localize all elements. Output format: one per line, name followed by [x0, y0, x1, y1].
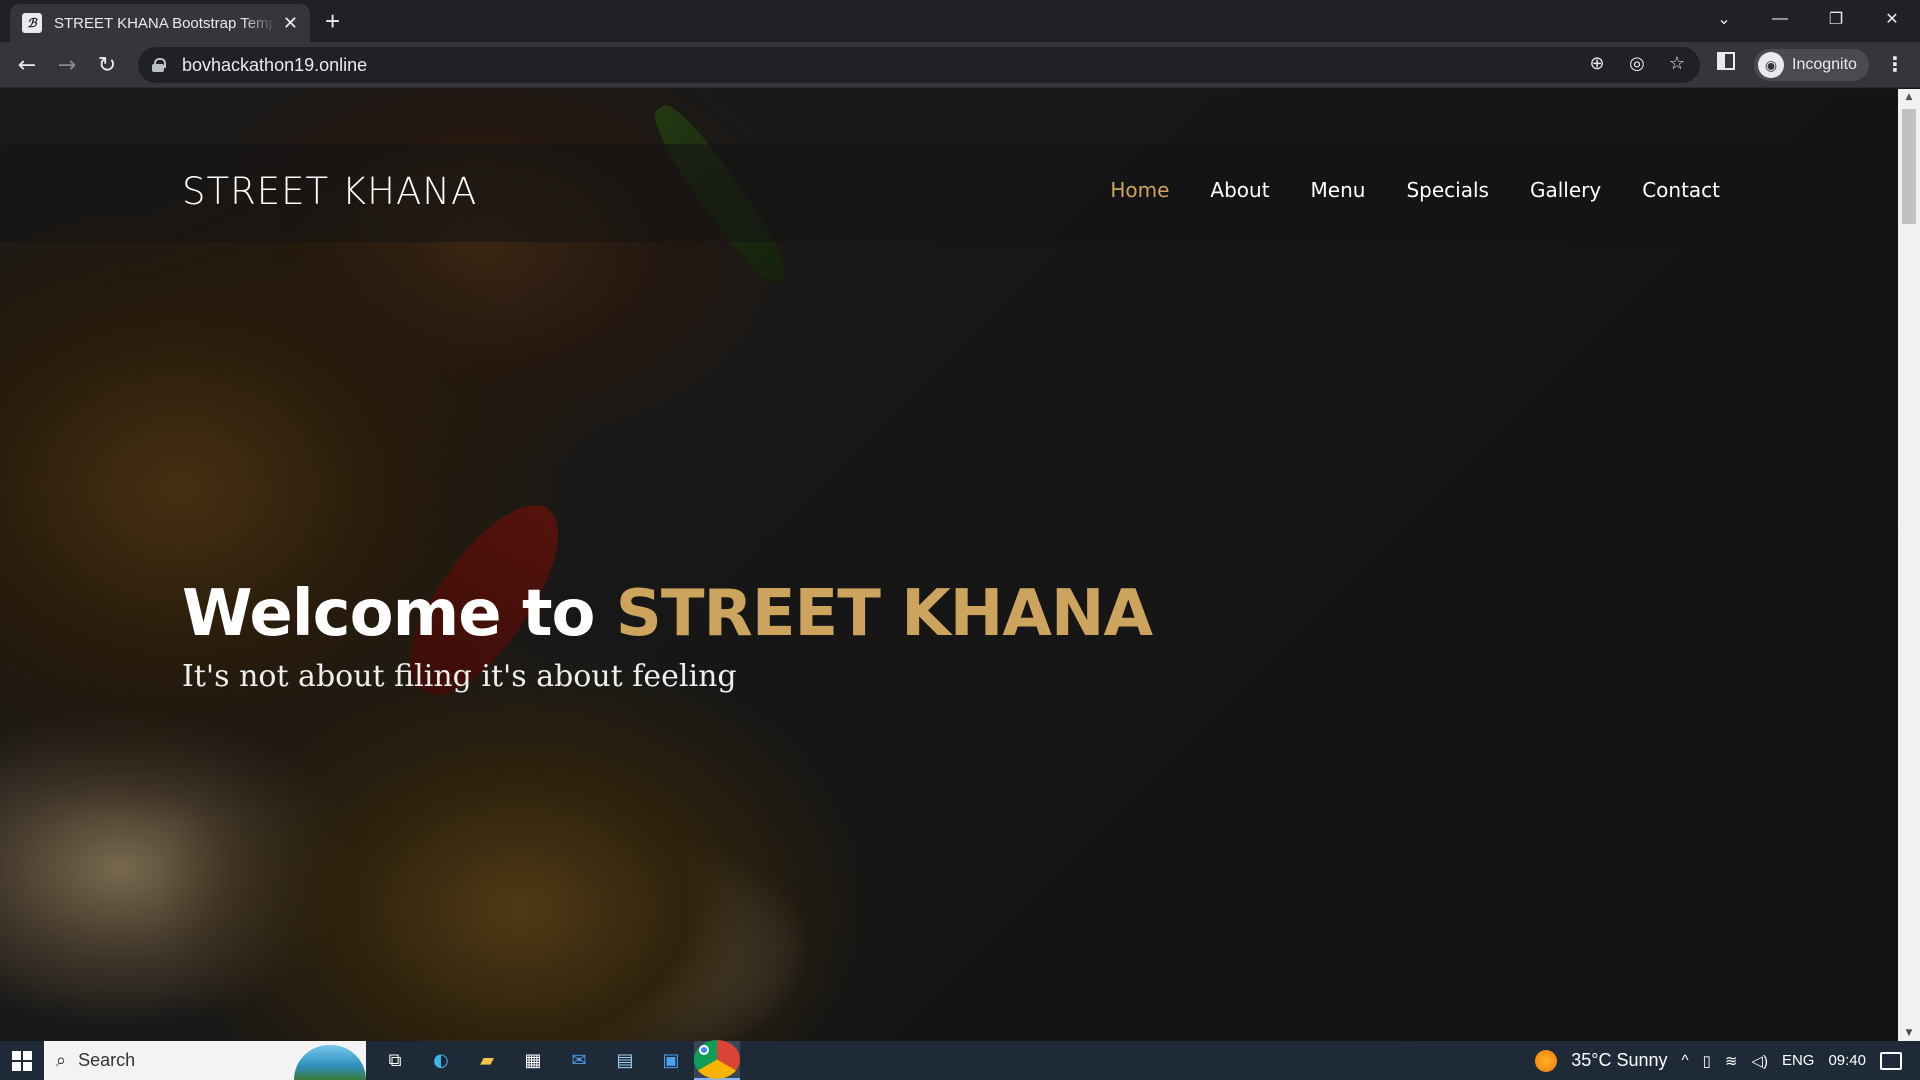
- restore-button[interactable]: ❐: [1808, 0, 1864, 38]
- task-view-icon[interactable]: ⧉: [372, 1041, 418, 1080]
- file-explorer-icon[interactable]: ▰: [464, 1041, 510, 1080]
- profile-label: Incognito: [1792, 56, 1857, 73]
- site-nav: Home About Menu Specials Gallery Contact: [1110, 178, 1720, 202]
- wifi-icon[interactable]: ≋: [1725, 1052, 1738, 1070]
- back-icon[interactable]: ←: [13, 51, 41, 79]
- url-text[interactable]: bovhackathon19.online: [182, 55, 367, 76]
- tab-title: STREET KHANA Bootstrap Template: [54, 14, 276, 32]
- nav-link-about[interactable]: About: [1210, 178, 1269, 202]
- profile-button[interactable]: ◉ Incognito: [1754, 49, 1869, 81]
- system-tray: 35°C Sunny ^ ▯ ≋ ◁) ENG 09:40: [1535, 1049, 1920, 1072]
- notification-icon[interactable]: [1880, 1051, 1902, 1070]
- edge-browser-icon[interactable]: ◐: [418, 1041, 464, 1080]
- chrome-icon: [694, 1040, 740, 1079]
- search-highlight-image: [294, 1045, 366, 1080]
- nav-link-specials[interactable]: Specials: [1406, 178, 1488, 202]
- weather-text[interactable]: 35°C Sunny: [1571, 1050, 1667, 1071]
- hero-title: Welcome to STREET KHANA: [182, 577, 1153, 651]
- nav-link-gallery[interactable]: Gallery: [1530, 178, 1601, 202]
- chrome-taskbar-icon[interactable]: [694, 1040, 740, 1080]
- side-panel-icon[interactable]: [1717, 52, 1735, 70]
- start-button[interactable]: [0, 1041, 44, 1080]
- microsoft-store-icon[interactable]: ▦: [510, 1041, 556, 1080]
- forward-icon[interactable]: →: [53, 51, 81, 79]
- nav-link-menu[interactable]: Menu: [1311, 178, 1366, 202]
- favicon-icon: ℬ: [22, 13, 42, 33]
- eye-off-icon[interactable]: ◎: [1626, 53, 1648, 74]
- close-window-button[interactable]: ✕: [1864, 0, 1920, 38]
- browser-menu-icon[interactable]: ⋮: [1885, 52, 1905, 76]
- nav-link-contact[interactable]: Contact: [1642, 178, 1720, 202]
- scroll-up-arrow-icon[interactable]: ▲: [1898, 89, 1920, 105]
- incognito-icon: ◉: [1758, 52, 1784, 78]
- tray-chevron-icon[interactable]: ^: [1682, 1052, 1689, 1069]
- hero-brand-accent: STREET KHANA: [615, 577, 1153, 651]
- scroll-down-arrow-icon[interactable]: ▼: [1898, 1025, 1920, 1041]
- hero-welcome-text: Welcome to: [182, 577, 616, 651]
- windows-logo-icon: [12, 1050, 32, 1071]
- volume-icon[interactable]: ◁): [1751, 1052, 1768, 1070]
- reload-icon[interactable]: ↻: [93, 51, 121, 79]
- window-controls: ⌄ — ❐ ✕: [1696, 0, 1920, 38]
- tab-close-icon[interactable]: ✕: [283, 13, 298, 34]
- web-page: STREET KHANA Home About Menu Specials Ga…: [0, 89, 1898, 1041]
- language-indicator[interactable]: ENG: [1782, 1052, 1815, 1069]
- site-navbar: STREET KHANA Home About Menu Specials Ga…: [0, 144, 1898, 242]
- weather-sun-icon[interactable]: [1535, 1049, 1558, 1072]
- remote-desktop-icon[interactable]: ▣: [648, 1041, 694, 1080]
- hero-tagline: It's not about filing it's about feeling: [182, 659, 737, 694]
- lock-icon[interactable]: [152, 58, 166, 72]
- scroll-thumb[interactable]: [1902, 109, 1916, 224]
- browser-toolbar: ← → ↻ bovhackathon19.online ⊕ ◎ ☆: [0, 42, 1920, 88]
- search-icon: ⌕: [56, 1050, 67, 1071]
- site-brand-logo[interactable]: STREET KHANA: [182, 170, 477, 213]
- new-tab-button[interactable]: +: [325, 6, 340, 37]
- device-icon[interactable]: ▯: [1703, 1052, 1711, 1070]
- omnibox-actions: ⊕ ◎ ☆: [1586, 53, 1688, 74]
- minimize-button[interactable]: —: [1752, 0, 1808, 38]
- taskbar-search[interactable]: ⌕ Search: [44, 1041, 366, 1080]
- notepad-icon[interactable]: ▤: [602, 1041, 648, 1080]
- page-scrollbar[interactable]: ▲ ▼: [1898, 89, 1920, 1041]
- hero-section: Welcome to STREET KHANA It's not about f…: [182, 577, 1153, 694]
- zoom-icon[interactable]: ⊕: [1586, 53, 1608, 74]
- nav-link-home[interactable]: Home: [1110, 178, 1169, 202]
- tab-search-icon[interactable]: ⌄: [1696, 0, 1752, 38]
- mail-icon[interactable]: ✉: [556, 1041, 602, 1080]
- clock-time[interactable]: 09:40: [1828, 1052, 1866, 1069]
- browser-tab[interactable]: ℬ STREET KHANA Bootstrap Template ✕: [10, 4, 310, 42]
- windows-taskbar: ⌕ Search ⧉ ◐ ▰ ▦ ✉ ▤ ▣ 35°C Sunny ^ ▯ ≋ …: [0, 1040, 1920, 1080]
- taskbar-search-label: Search: [78, 1050, 136, 1070]
- taskbar-apps: ⧉ ◐ ▰ ▦ ✉ ▤ ▣: [372, 1040, 740, 1080]
- bookmark-star-icon[interactable]: ☆: [1666, 53, 1688, 74]
- browser-tabbar: ℬ STREET KHANA Bootstrap Template ✕ + ⌄ …: [0, 0, 1920, 42]
- address-bar[interactable]: bovhackathon19.online ⊕ ◎ ☆: [138, 47, 1700, 83]
